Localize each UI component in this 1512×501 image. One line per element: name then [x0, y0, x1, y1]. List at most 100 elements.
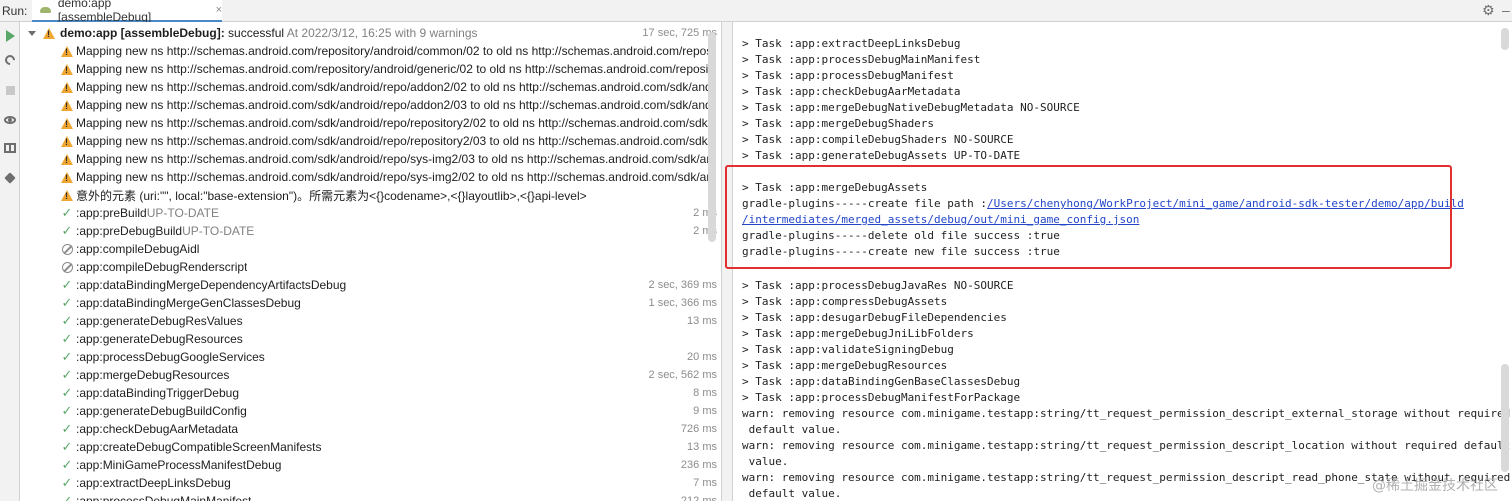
tree-row[interactable]: :app:compileDebugRenderscript — [20, 258, 721, 276]
tree-row-label: Mapping new ns http://schemas.android.co… — [76, 134, 716, 148]
console-line: value. — [742, 455, 789, 468]
warning-icon — [60, 80, 74, 94]
tree-row[interactable]: ✓:app:dataBindingTriggerDebug 8 ms — [20, 384, 721, 402]
tree-row-status: UP-TO-DATE — [182, 224, 255, 238]
tree-row-label: :app:checkDebugAarMetadata — [76, 422, 239, 436]
android-icon — [40, 5, 52, 15]
console-scroll-marker[interactable] — [1501, 28, 1509, 50]
tree-row-label: Mapping new ns http://schemas.android.co… — [76, 62, 716, 76]
console-line: > Task :app:mergeDebugNativeDebugMetadat… — [742, 101, 1080, 114]
layout-icon[interactable] — [2, 140, 18, 156]
tree-row[interactable]: ✓:app:checkDebugAarMetadata 726 ms — [20, 420, 721, 438]
tree-row[interactable]: ✓:app:extractDeepLinksDebug 7 ms — [20, 474, 721, 492]
tab-run-config[interactable]: demo:app [assembleDebug] × — [32, 0, 222, 24]
stop-icon[interactable] — [2, 82, 18, 98]
build-tree: demo:app [assembleDebug]: successful At … — [20, 22, 721, 501]
tree-row[interactable]: ✓:app:dataBindingMergeDependencyArtifact… — [20, 276, 721, 294]
tree-row-label: :app:preDebugBuild — [76, 224, 183, 238]
tree-row-label: :app:extractDeepLinksDebug — [76, 476, 231, 490]
console-line: > Task :app:mergeDebugResources — [742, 359, 948, 372]
console-line: > Task :app:processDebugManifest — [742, 69, 954, 82]
tree-row-label: :app:processDebugGoogleServices — [76, 350, 265, 364]
tree-row-label: :app:mergeDebugResources — [76, 368, 230, 382]
tree-scrollbar[interactable] — [708, 32, 716, 242]
check-icon: ✓ — [61, 385, 73, 400]
tree-row-label: :app:processDebugMainManifest — [76, 494, 252, 501]
check-icon: ✓ — [61, 331, 73, 346]
highlight-box — [725, 165, 1452, 269]
tree-row-label: :app:createDebugCompatibleScreenManifest… — [76, 440, 322, 454]
tree-row[interactable]: ✓:app:dataBindingMergeGenClassesDebug 1 s… — [20, 294, 721, 312]
console-line: > Task :app:processDebugJavaRes NO-SOURC… — [742, 279, 1014, 292]
console-line: > Task :app:checkDebugAarMetadata — [742, 85, 961, 98]
warning-icon — [60, 134, 74, 148]
tree-row-duration: 7 ms — [693, 477, 717, 489]
close-icon[interactable]: × — [216, 4, 222, 16]
console-line: > Task :app:generateDebugAssets UP-TO-DA… — [742, 149, 1021, 162]
tree-row-duration: 2 sec, 369 ms — [648, 279, 717, 291]
tree-row-duration: 2 sec, 562 ms — [648, 369, 717, 381]
tree-row-status: UP-TO-DATE — [146, 206, 219, 220]
tree-row-label: 意外的元素 (uri:"", local:"base-extension")。所… — [76, 188, 587, 203]
tree-row[interactable]: Mapping new ns http://schemas.android.co… — [20, 78, 721, 96]
pin-icon[interactable] — [2, 170, 18, 186]
tree-row[interactable]: 意外的元素 (uri:"", local:"base-extension")。所… — [20, 186, 721, 204]
tree-root[interactable]: demo:app [assembleDebug]: successful At … — [20, 24, 721, 42]
tree-row[interactable]: ✓:app:preBuild UP-TO-DATE 2 ms — [20, 204, 721, 222]
tree-row[interactable]: Mapping new ns http://schemas.android.co… — [20, 150, 721, 168]
build-icon[interactable] — [2, 52, 18, 68]
chevron-down-icon[interactable] — [28, 30, 36, 36]
gear-icon[interactable]: ⚙ — [1482, 3, 1496, 17]
tree-row[interactable]: Mapping new ns http://schemas.android.co… — [20, 42, 721, 60]
check-icon: ✓ — [61, 403, 73, 418]
tree-row-label: :app:dataBindingTriggerDebug — [76, 386, 240, 400]
console-line: > Task :app:dataBindingGenBaseClassesDeb… — [742, 375, 1021, 388]
tree-row-duration: 9 ms — [693, 405, 717, 417]
console-line: > Task :app:processDebugMainManifest — [742, 53, 981, 66]
tree-row[interactable]: ✓:app:generateDebugBuildConfig 9 ms — [20, 402, 721, 420]
tree-row-duration: 726 ms — [680, 423, 717, 435]
view-icon[interactable] — [2, 112, 18, 128]
tree-row[interactable]: ✓:app:generateDebugResValues 13 ms — [20, 312, 721, 330]
tree-row-label: Mapping new ns http://schemas.android.co… — [76, 98, 716, 112]
console-line: > Task :app:extractDeepLinksDebug — [742, 37, 961, 50]
run-icon[interactable] — [2, 28, 18, 44]
tree-row-duration: 212 ms — [680, 495, 717, 501]
tree-row[interactable]: ✓:app:processDebugGoogleServices 20 ms — [20, 348, 721, 366]
skipped-icon — [60, 242, 74, 256]
tree-row-label: Mapping new ns http://schemas.android.co… — [76, 80, 716, 94]
tree-row[interactable]: ✓:app:processDebugMainManifest 212 ms — [20, 492, 721, 501]
console-line: > Task :app:compileDebugShaders NO-SOURC… — [742, 133, 1014, 146]
tree-row-label: :app:preBuild — [76, 206, 147, 220]
warning-icon — [60, 170, 74, 184]
check-icon: ✓ — [61, 313, 73, 328]
console-line: > Task :app:desugarDebugFileDependencies — [742, 311, 1007, 324]
tree-row[interactable]: ✓:app:createDebugCompatibleScreenManifes… — [20, 438, 721, 456]
check-icon: ✓ — [61, 349, 73, 364]
tree-row[interactable]: Mapping new ns http://schemas.android.co… — [20, 114, 721, 132]
tree-row-label: :app:compileDebugRenderscript — [76, 260, 248, 274]
tree-row-duration: 13 ms — [687, 441, 717, 453]
skipped-icon — [60, 260, 74, 274]
tree-row[interactable]: ✓:app:mergeDebugResources 2 sec, 562 ms — [20, 366, 721, 384]
tree-row[interactable]: Mapping new ns http://schemas.android.co… — [20, 60, 721, 78]
tree-row-label: :app:dataBindingMergeGenClassesDebug — [76, 296, 301, 310]
console-scrollbar[interactable] — [1501, 364, 1509, 472]
tree-row[interactable]: :app:compileDebugAidl — [20, 240, 721, 258]
console-line: > Task :app:processDebugManifestForPacka… — [742, 391, 1021, 404]
console-line: > Task :app:mergeDebugJniLibFolders — [742, 327, 974, 340]
check-icon: ✓ — [61, 367, 73, 382]
check-icon: ✓ — [61, 439, 73, 454]
tree-row[interactable]: ✓:app:preDebugBuild UP-TO-DATE 2 ms — [20, 222, 721, 240]
tree-row[interactable]: ✓:app:MiniGameProcessManifestDebug 236 ms — [20, 456, 721, 474]
warning-icon — [60, 98, 74, 112]
minimize-icon[interactable]: – — [1502, 2, 1512, 18]
tree-row[interactable]: Mapping new ns http://schemas.android.co… — [20, 132, 721, 150]
warning-icon — [60, 152, 74, 166]
tree-row-label: Mapping new ns http://schemas.android.co… — [76, 116, 716, 130]
tree-row[interactable]: Mapping new ns http://schemas.android.co… — [20, 168, 721, 186]
tree-row[interactable]: Mapping new ns http://schemas.android.co… — [20, 96, 721, 114]
check-icon: ✓ — [61, 421, 73, 436]
tree-row[interactable]: ✓:app:generateDebugResources — [20, 330, 721, 348]
root-duration: 17 sec, 725 ms — [642, 27, 717, 39]
